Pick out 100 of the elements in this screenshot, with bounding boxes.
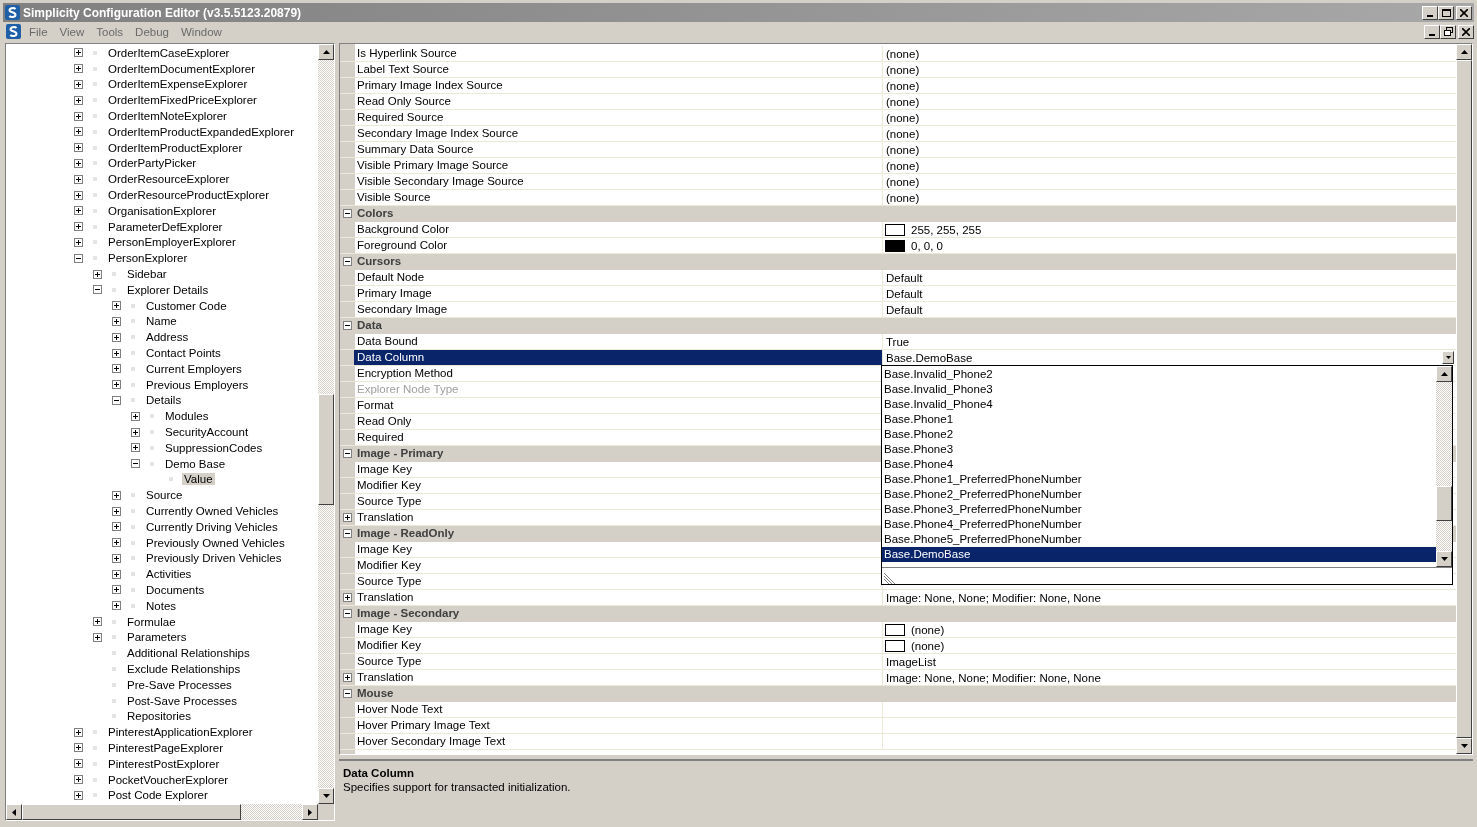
property-name[interactable]: Visible Secondary Image Source [354, 174, 883, 189]
menu-item[interactable]: Window [177, 25, 226, 38]
scroll-up-button[interactable] [1436, 366, 1452, 382]
menu-item[interactable]: File [25, 25, 52, 38]
list-option[interactable]: Base.Invalid_Phone3 [882, 382, 1436, 397]
property-name[interactable]: Modifier Key [354, 638, 883, 653]
property-name[interactable]: Source Type [354, 494, 883, 509]
expand-icon[interactable] [74, 222, 83, 232]
expand-icon[interactable] [131, 427, 140, 437]
property-value[interactable]: (none) [886, 159, 920, 172]
list-option[interactable]: Base.Phone4 [882, 457, 1436, 472]
property-value[interactable]: (none) [911, 639, 945, 652]
property-name[interactable]: Data Bound [354, 334, 883, 349]
tree-item[interactable]: PocketVoucherExplorer [106, 773, 231, 786]
tree-item[interactable]: Formulae [125, 615, 178, 628]
tree-item[interactable]: Customer Code [144, 299, 229, 312]
list-option[interactable]: Base.Invalid_Phone4 [882, 397, 1436, 412]
tree-item[interactable]: Current Employers [144, 362, 244, 375]
list-option[interactable]: Base.Phone2_PreferredPhoneNumber [882, 487, 1436, 502]
tree-item[interactable]: Post-Save Processes [125, 694, 239, 707]
property-value[interactable]: Default [886, 287, 923, 300]
tree-item[interactable]: Source [144, 489, 185, 502]
scroll-down-button[interactable] [1436, 551, 1452, 567]
list-option[interactable]: Base.Phone2 [882, 427, 1436, 442]
property-value[interactable]: (none) [911, 623, 945, 636]
expand-icon[interactable] [112, 601, 121, 611]
collapse-icon[interactable] [342, 609, 352, 618]
property-value[interactable]: Default [886, 303, 923, 316]
tree-item[interactable]: Documents [144, 584, 207, 596]
property-name[interactable]: Hover Primary Image Text [354, 718, 883, 733]
expand-icon[interactable] [112, 585, 121, 595]
expand-icon[interactable] [131, 411, 140, 421]
dropdown-button[interactable] [1442, 351, 1454, 364]
tree-item[interactable]: Exclude Relationships [125, 662, 243, 675]
scroll-up-button[interactable] [1456, 44, 1472, 60]
expand-icon[interactable] [74, 143, 83, 153]
property-name[interactable]: Primary Image [354, 286, 883, 301]
expand-icon[interactable] [112, 364, 121, 374]
property-name[interactable]: Is Hyperlink Source [354, 46, 883, 61]
expand-icon[interactable] [112, 316, 121, 326]
tree-item[interactable]: OrderItemProductExplorer [106, 141, 245, 154]
property-name[interactable]: Read Only [354, 414, 883, 429]
tree-item[interactable]: OrderItemProductExpandedExplorer [106, 125, 296, 138]
property-value[interactable]: 255, 255, 255 [911, 223, 982, 236]
tree-item[interactable]: Sidebar [125, 268, 169, 281]
expand-icon[interactable] [74, 158, 83, 168]
property-value[interactable]: True [886, 335, 910, 348]
category-header[interactable]: Data [354, 318, 1456, 333]
tree-item[interactable]: Additional Relationships [125, 647, 252, 660]
expand-icon[interactable] [74, 759, 83, 769]
tree-item[interactable]: PinterestPageExplorer [106, 741, 226, 754]
property-value[interactable]: (none) [886, 95, 920, 108]
menu-item[interactable]: Debug [131, 25, 173, 38]
tree-item[interactable]: Currently Driving Vehicles [144, 520, 280, 533]
property-value[interactable]: ImageList [886, 655, 936, 668]
expand-icon[interactable] [74, 111, 83, 121]
expand-icon[interactable] [112, 380, 121, 390]
property-name[interactable]: Visible Source [354, 190, 883, 205]
property-name[interactable]: Secondary Image Index Source [354, 126, 883, 141]
tree-item[interactable]: PersonExplorer [106, 252, 190, 265]
expand-icon[interactable] [74, 190, 83, 200]
scroll-up-button[interactable] [318, 44, 334, 60]
close-button[interactable] [1456, 5, 1472, 20]
tree-item[interactable]: Previous Employers [144, 378, 251, 391]
expand-icon[interactable] [93, 617, 102, 627]
tree-item[interactable]: PinterestPostExplorer [106, 757, 222, 770]
expand-icon[interactable] [74, 80, 83, 89]
list-option[interactable]: Base.Phone3 [882, 442, 1436, 457]
expand-icon[interactable] [112, 506, 121, 516]
property-value[interactable]: (none) [886, 143, 920, 156]
property-name[interactable]: Required [354, 430, 883, 445]
expand-icon[interactable] [74, 64, 83, 74]
scrollbar-thumb[interactable] [22, 804, 241, 820]
expand-icon[interactable] [112, 301, 121, 311]
expand-icon[interactable] [342, 513, 352, 522]
property-name[interactable]: Visible Primary Image Source [354, 158, 883, 173]
tree-item[interactable]: Pre-Save Processes [125, 678, 234, 691]
property-name[interactable]: Primary Image Index Source [354, 78, 883, 93]
scrollbar-thumb[interactable] [318, 393, 334, 505]
collapse-icon[interactable] [342, 209, 352, 218]
tree-item[interactable]: OrganisationExplorer [106, 204, 219, 217]
tree-item[interactable]: OrderItemCaseExplorer [106, 46, 232, 59]
tree-item[interactable]: Demo Base [163, 457, 228, 470]
list-option[interactable]: Base.Phone5_PreferredPhoneNumber [882, 532, 1436, 547]
property-name[interactable]: Required Source [354, 110, 883, 125]
expand-icon[interactable] [74, 95, 83, 105]
property-name[interactable]: Data Column [354, 350, 883, 365]
expand-icon[interactable] [74, 743, 83, 753]
expand-icon[interactable] [74, 727, 83, 737]
collapse-icon[interactable] [342, 257, 352, 266]
tree-item[interactable]: Notes [144, 599, 179, 612]
list-option[interactable]: Base.Phone1 [882, 412, 1436, 427]
property-name[interactable]: Source Type [354, 654, 883, 669]
tree-item[interactable]: OrderResourceProductExplorer [106, 189, 272, 202]
expand-icon[interactable] [112, 538, 121, 548]
expand-icon[interactable] [74, 237, 83, 247]
expand-icon[interactable] [74, 48, 83, 58]
horizontal-scrollbar[interactable] [6, 804, 334, 820]
property-name[interactable]: Foreground Color [354, 238, 883, 253]
tree-item[interactable]: OrderItemNoteExplorer [106, 110, 229, 123]
